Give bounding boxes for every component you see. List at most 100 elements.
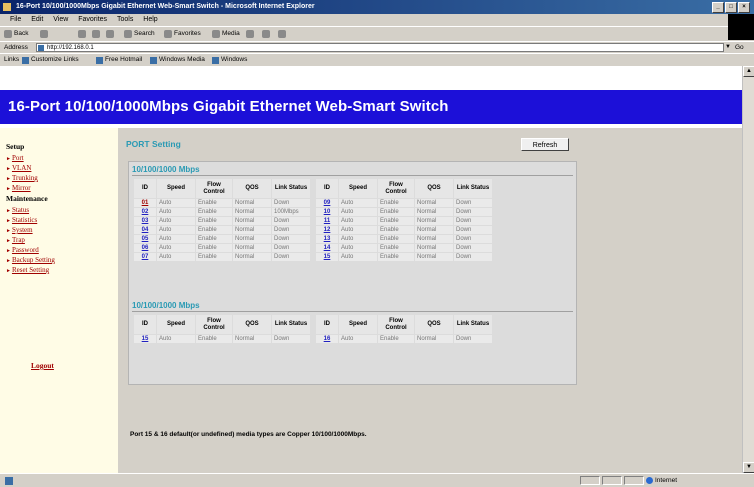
port-qos-cell: Normal bbox=[233, 226, 271, 234]
sidebar-item-status[interactable]: Status bbox=[6, 206, 29, 214]
logout-link[interactable]: Logout bbox=[31, 361, 54, 370]
port-flow-cell: Enable bbox=[378, 208, 414, 216]
mail-button[interactable] bbox=[262, 29, 270, 39]
media-label: Media bbox=[222, 30, 240, 37]
banner-title: 16-Port 10/100/1000Mbps Gigabit Ethernet… bbox=[8, 98, 449, 115]
link-icon bbox=[150, 56, 157, 64]
port-id-link[interactable]: 04 bbox=[134, 226, 156, 234]
address-input[interactable]: http://192.168.0.1 bbox=[36, 43, 724, 52]
table-row: 03 Auto Enable Normal Down 11 Auto Enable Normal… bbox=[134, 217, 492, 225]
port-speed-cell: Auto bbox=[339, 253, 377, 261]
port-id-link[interactable]: 02 bbox=[134, 208, 156, 216]
link-windows[interactable]: Windows bbox=[212, 55, 247, 65]
sidebar-item-statistics[interactable]: Statistics bbox=[6, 216, 37, 224]
port-link-cell: Down bbox=[454, 199, 492, 207]
port-id-link[interactable]: 10 bbox=[316, 208, 338, 216]
vertical-scrollbar[interactable]: ▲ ▼ bbox=[742, 66, 754, 473]
go-button[interactable]: Go bbox=[735, 43, 744, 53]
menu-bar: File Edit View Favorites Tools Help bbox=[0, 14, 754, 26]
back-button[interactable]: Back bbox=[4, 29, 28, 39]
ie-app-icon bbox=[3, 3, 11, 11]
column-spacer bbox=[311, 217, 315, 225]
sidebar-item-system[interactable]: System bbox=[6, 226, 33, 234]
column-spacer bbox=[311, 208, 315, 216]
port-flow-cell: Enable bbox=[196, 244, 232, 252]
port-table: ID Speed Flow Control QOS Link Status ID Speed… bbox=[133, 178, 493, 262]
menu-help[interactable]: Help bbox=[139, 14, 161, 26]
status-pane bbox=[624, 476, 644, 485]
port-link-cell: Down bbox=[272, 199, 310, 207]
menu-view[interactable]: View bbox=[49, 14, 72, 26]
column-header: QOS bbox=[233, 315, 271, 334]
sidebar-item-backup-setting[interactable]: Backup Setting bbox=[6, 256, 55, 264]
port-id-link[interactable]: 16 bbox=[316, 335, 338, 343]
port-id-link[interactable]: 01 bbox=[134, 199, 156, 207]
group-divider bbox=[132, 311, 573, 312]
port-id-link[interactable]: 15 bbox=[134, 335, 156, 343]
window-titlebar: 16-Port 10/100/1000Mbps Gigabit Ethernet… bbox=[0, 0, 754, 14]
sidebar-item-password[interactable]: Password bbox=[6, 246, 39, 254]
column-header: QOS bbox=[415, 315, 453, 334]
port-speed-cell: Auto bbox=[339, 217, 377, 225]
menu-favorites[interactable]: Favorites bbox=[74, 14, 111, 26]
port-id-link[interactable]: 06 bbox=[134, 244, 156, 252]
menu-edit[interactable]: Edit bbox=[27, 14, 47, 26]
links-label: Links bbox=[4, 56, 20, 63]
home-button[interactable] bbox=[106, 29, 114, 39]
sidebar-item-trap[interactable]: Trap bbox=[6, 236, 25, 244]
port-id-link[interactable]: 11 bbox=[316, 217, 338, 225]
port-id-link[interactable]: 13 bbox=[316, 235, 338, 243]
link-icon bbox=[96, 56, 103, 64]
sidebar-item-reset-setting[interactable]: Reset Setting bbox=[6, 266, 49, 274]
menu-tools[interactable]: Tools bbox=[113, 14, 137, 26]
port-id-link[interactable]: 14 bbox=[316, 244, 338, 252]
status-pane bbox=[580, 476, 600, 485]
sidebar-item-mirror[interactable]: Mirror bbox=[6, 184, 31, 192]
port-flow-cell: Enable bbox=[196, 253, 232, 261]
port-table: ID Speed Flow Control QOS Link Status ID Speed… bbox=[133, 314, 493, 344]
link-windows-media[interactable]: Windows Media bbox=[150, 55, 205, 65]
port-id-link[interactable]: 12 bbox=[316, 226, 338, 234]
sidebar-item-port[interactable]: Port bbox=[6, 154, 24, 162]
media-button[interactable]: Media bbox=[212, 29, 240, 39]
search-button[interactable]: Search bbox=[124, 29, 155, 39]
scroll-up-icon[interactable]: ▲ bbox=[743, 66, 754, 77]
port-id-link[interactable]: 03 bbox=[134, 217, 156, 225]
column-header: Link Status bbox=[272, 315, 310, 334]
scroll-down-icon[interactable]: ▼ bbox=[743, 462, 754, 473]
page-title: PORT Setting bbox=[126, 139, 181, 149]
print-button[interactable] bbox=[278, 29, 286, 39]
menu-file[interactable]: File bbox=[6, 14, 25, 26]
port-id-link[interactable]: 15 bbox=[316, 253, 338, 261]
media-type-note: Port 15 & 16 default(or undefined) media… bbox=[130, 431, 367, 438]
close-button[interactable]: × bbox=[738, 2, 750, 13]
maximize-button[interactable]: □ bbox=[725, 2, 737, 13]
port-id-link[interactable]: 09 bbox=[316, 199, 338, 207]
port-speed-cell: Auto bbox=[339, 226, 377, 234]
link-text: Customize Links bbox=[31, 56, 79, 63]
table-header-row: ID Speed Flow Control QOS Link Status ID Speed… bbox=[134, 179, 492, 198]
address-dropdown-icon[interactable]: ▼ bbox=[724, 43, 732, 52]
port-qos-cell: Normal bbox=[415, 226, 453, 234]
forward-button[interactable] bbox=[40, 29, 48, 39]
port-id-link[interactable]: 05 bbox=[134, 235, 156, 243]
refresh-button[interactable]: Refresh bbox=[521, 138, 569, 151]
port-flow-cell: Enable bbox=[378, 217, 414, 225]
port-flow-cell: Enable bbox=[196, 208, 232, 216]
standard-toolbar: Back Search Favorites Media bbox=[0, 26, 728, 41]
port-qos-cell: Normal bbox=[415, 335, 453, 343]
port-id-link[interactable]: 07 bbox=[134, 253, 156, 261]
setup-heading: Setup bbox=[6, 142, 25, 151]
link-customize-links[interactable]: Customize Links bbox=[22, 55, 79, 65]
stop-button[interactable] bbox=[78, 29, 86, 39]
history-button[interactable] bbox=[246, 29, 254, 39]
minimize-button[interactable]: _ bbox=[712, 2, 724, 13]
refresh-browser-button[interactable] bbox=[92, 29, 100, 39]
link-free-hotmail[interactable]: Free Hotmail bbox=[96, 55, 142, 65]
favorites-button[interactable]: Favorites bbox=[164, 29, 201, 39]
port-qos-cell: Normal bbox=[415, 217, 453, 225]
port-qos-cell: Normal bbox=[415, 244, 453, 252]
sidebar-item-vlan[interactable]: VLAN bbox=[6, 164, 31, 172]
sidebar-item-trunking[interactable]: Trunking bbox=[6, 174, 38, 182]
security-zone: Internet bbox=[646, 476, 677, 485]
